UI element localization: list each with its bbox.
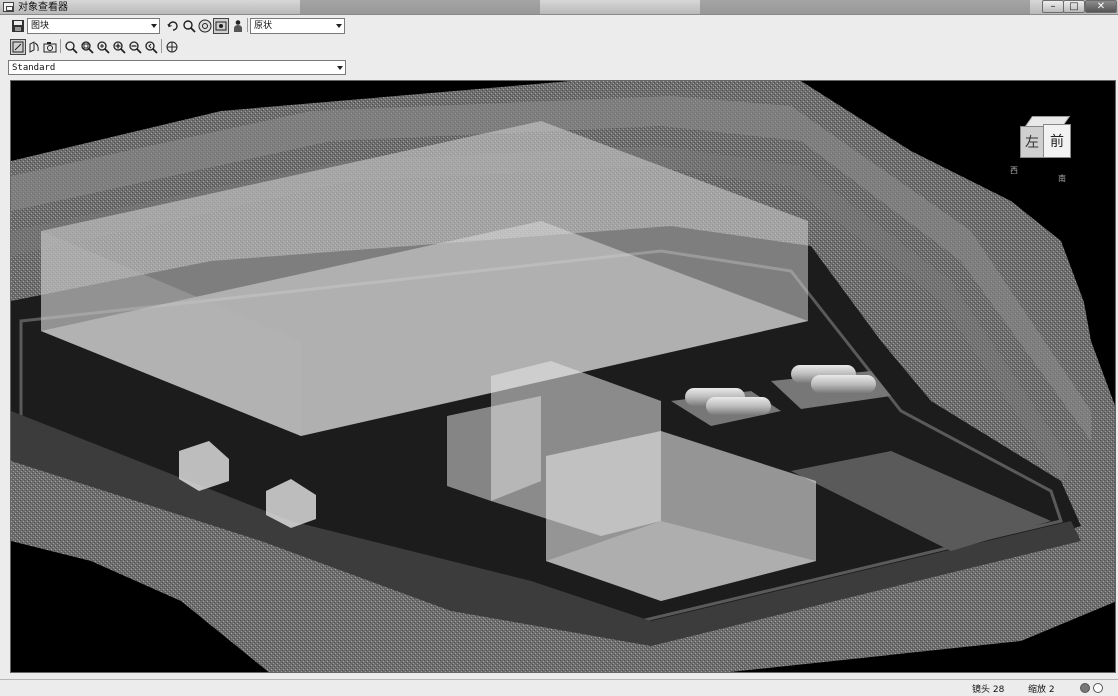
storage-tank bbox=[706, 397, 771, 415]
view-cube[interactable]: 左 前 西 南 bbox=[1010, 116, 1090, 191]
zoom-previous-button[interactable] bbox=[143, 39, 159, 55]
zoom-window-icon bbox=[81, 41, 94, 54]
constrained-orbit-button[interactable] bbox=[26, 39, 42, 55]
orbit-icon bbox=[167, 21, 178, 31]
save-button[interactable] bbox=[10, 18, 26, 34]
zoom-previous-icon bbox=[145, 41, 158, 54]
toolbar-separator bbox=[60, 39, 61, 53]
object-viewer-window: 对象查看器 – □ ✕ 图块 原状 Standard 左 前 西 南 镜头 28… bbox=[0, 0, 1118, 696]
status-bar: 镜头 28 缩放 2 bbox=[0, 679, 1118, 696]
storage-tank bbox=[811, 375, 876, 393]
chevron-down-icon bbox=[336, 24, 342, 28]
visual-style-value: 原状 bbox=[254, 21, 273, 31]
close-icon: ✕ bbox=[1096, 1, 1106, 12]
steering-wheel-icon bbox=[198, 19, 212, 33]
layer-select-value: 图块 bbox=[31, 21, 50, 31]
toolbar-separator bbox=[161, 39, 162, 53]
zoom-in-icon bbox=[113, 41, 126, 54]
free-orbit-icon bbox=[12, 41, 24, 53]
pan-icon bbox=[166, 41, 178, 53]
zoom-window-button[interactable] bbox=[79, 39, 95, 55]
camera-icon bbox=[43, 42, 57, 53]
maximize-icon: □ bbox=[1069, 1, 1079, 12]
app-icon bbox=[3, 2, 14, 12]
lens-status: 镜头 28 bbox=[972, 685, 1005, 695]
visual-style-select[interactable]: 原状 bbox=[250, 18, 345, 34]
zoom-status: 缩放 2 bbox=[1028, 685, 1055, 695]
status-indicator-icon[interactable] bbox=[1093, 683, 1103, 693]
minimize-icon: – bbox=[1050, 1, 1056, 12]
background-window-strip bbox=[300, 0, 540, 14]
save-icon bbox=[12, 20, 24, 32]
compass-south: 南 bbox=[1058, 174, 1066, 183]
chevron-down-icon bbox=[337, 66, 343, 70]
zoom-out-button[interactable] bbox=[127, 39, 143, 55]
toolbar-separator bbox=[247, 18, 248, 32]
close-button[interactable]: ✕ bbox=[1085, 0, 1117, 13]
constrained-orbit-icon bbox=[29, 41, 39, 53]
background-window-strip bbox=[700, 0, 1030, 14]
person-button[interactable] bbox=[230, 18, 246, 34]
zoom-extents-button[interactable] bbox=[95, 39, 111, 55]
zoom-realtime-button[interactable] bbox=[63, 39, 79, 55]
3d-viewport[interactable]: 左 前 西 南 bbox=[10, 80, 1116, 673]
style-select-value: Standard bbox=[12, 63, 56, 73]
zoom-icon bbox=[183, 20, 196, 33]
toolbar-row-1: 图块 原状 bbox=[0, 16, 1118, 36]
steering-wheel-button[interactable] bbox=[197, 18, 213, 34]
view-cube-front[interactable]: 前 bbox=[1043, 124, 1071, 158]
status-indicator-icon[interactable] bbox=[1080, 683, 1090, 693]
orbit-button[interactable] bbox=[165, 18, 181, 34]
pan-button[interactable] bbox=[164, 39, 180, 55]
zoom-button[interactable] bbox=[181, 18, 197, 34]
view-icon bbox=[215, 21, 227, 31]
person-icon bbox=[234, 20, 242, 32]
free-orbit-button[interactable] bbox=[10, 39, 26, 55]
scene-render bbox=[11, 81, 1115, 672]
zoom-out-icon bbox=[129, 41, 142, 54]
maximize-button[interactable]: □ bbox=[1063, 0, 1085, 13]
minimize-button[interactable]: – bbox=[1042, 0, 1064, 13]
view-button[interactable] bbox=[213, 18, 229, 34]
toolbar-row-2 bbox=[0, 37, 1118, 57]
zoom-extents-icon bbox=[97, 41, 110, 54]
chevron-down-icon bbox=[151, 24, 157, 28]
window-title: 对象查看器 bbox=[18, 2, 68, 13]
zoom-in-button[interactable] bbox=[111, 39, 127, 55]
compass-west: 西 bbox=[1010, 166, 1018, 175]
zoom-realtime-icon bbox=[65, 41, 78, 54]
layer-select[interactable]: 图块 bbox=[27, 18, 160, 34]
style-select[interactable]: Standard bbox=[8, 60, 346, 75]
view-cube-left[interactable]: 左 bbox=[1020, 126, 1044, 158]
camera-button[interactable] bbox=[42, 39, 58, 55]
title-bar: 对象查看器 – □ ✕ bbox=[0, 0, 1118, 15]
toolbar-row-3: Standard bbox=[0, 60, 1118, 76]
